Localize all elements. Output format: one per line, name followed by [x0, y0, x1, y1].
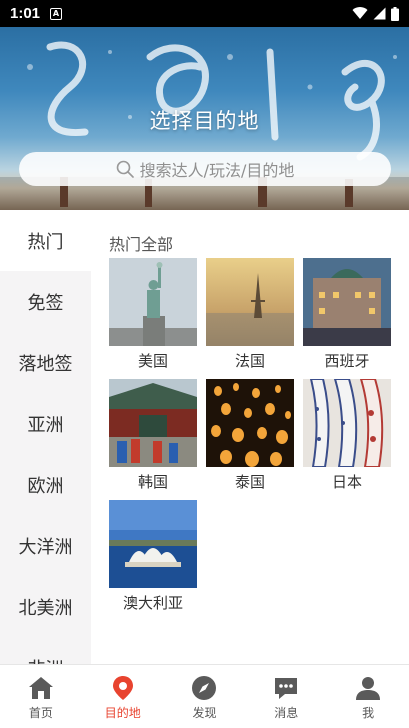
destination-label: 西班牙	[324, 352, 370, 370]
sidebar-item-north-america[interactable]: 北美洲	[0, 576, 91, 637]
search-icon	[116, 160, 134, 178]
koi-kites-image	[303, 379, 391, 467]
notification-icon: A	[50, 7, 63, 20]
madrid-street-image	[303, 258, 391, 346]
destination-france[interactable]: 法国	[206, 258, 294, 371]
destination-australia[interactable]: 澳大利亚	[109, 500, 197, 613]
sidebar-item-asia[interactable]: 亚洲	[0, 393, 91, 454]
nav-destination[interactable]: 目的地	[82, 665, 164, 728]
location-pin-icon	[112, 676, 133, 700]
page-title: 选择目的地	[149, 109, 260, 133]
person-icon	[356, 677, 381, 700]
signal-icon	[373, 7, 386, 20]
destination-korea[interactable]: 韩国	[109, 379, 197, 492]
nav-label: 首页	[28, 706, 53, 720]
nav-label: 我	[362, 706, 375, 720]
search-placeholder: 搜索达人/玩法/目的地	[139, 161, 295, 180]
destination-label: 日本	[331, 473, 362, 491]
destination-label: 韩国	[137, 473, 168, 491]
nav-label: 发现	[192, 706, 217, 720]
status-bar: 1:01 A	[0, 0, 409, 27]
destination-spain[interactable]: 西班牙	[303, 258, 391, 371]
status-indicators	[352, 6, 399, 21]
nav-me[interactable]: 我	[327, 665, 409, 728]
section-title: 热门全部	[109, 235, 174, 254]
nav-label: 目的地	[104, 706, 141, 720]
sidebar-item-visa-free[interactable]: 免签	[0, 271, 91, 332]
destination-japan[interactable]: 日本	[303, 379, 391, 492]
destination-label: 法国	[234, 352, 265, 370]
destination-label: 泰国	[234, 473, 265, 491]
nav-label: 消息	[274, 706, 299, 720]
korean-palace-image	[109, 379, 197, 467]
wifi-icon	[352, 7, 368, 20]
destination-label: 澳大利亚	[122, 594, 183, 612]
chat-icon	[275, 678, 298, 699]
destination-usa[interactable]: 美国	[109, 258, 197, 371]
destination-content: 热门全部 美国 法国 西班牙 韩国 泰国 日本 澳大利亚	[91, 210, 409, 664]
status-time: 1:01	[10, 5, 41, 22]
sydney-opera-house-image	[109, 500, 197, 588]
bottom-nav: 首页 目的地 发现 消息 我	[0, 664, 409, 728]
statue-of-liberty-image	[109, 258, 197, 346]
eiffel-tower-image	[206, 258, 294, 346]
nav-messages[interactable]: 消息	[245, 665, 327, 728]
nav-home[interactable]: 首页	[0, 665, 82, 728]
battery-icon	[391, 6, 399, 21]
sky-lanterns-image	[206, 379, 294, 467]
search-input[interactable]: 搜索达人/玩法/目的地	[19, 152, 391, 186]
sidebar-item-africa[interactable]: 非洲	[0, 637, 91, 665]
sidebar-item-europe[interactable]: 欧洲	[0, 454, 91, 515]
category-sidebar: 热门 免签 落地签 亚洲 欧洲 大洋洲 北美洲 非洲	[0, 210, 91, 664]
nav-discover[interactable]: 发现	[164, 665, 246, 728]
sidebar-item-oceania[interactable]: 大洋洲	[0, 515, 91, 576]
sidebar-item-visa-on-arrival[interactable]: 落地签	[0, 332, 91, 393]
destination-thailand[interactable]: 泰国	[206, 379, 294, 492]
home-icon	[28, 677, 53, 699]
compass-icon	[192, 676, 217, 700]
sidebar-item-hot[interactable]: 热门	[0, 210, 91, 271]
hero-banner: 选择目的地 搜索达人/玩法/目的地	[0, 27, 409, 210]
destination-label: 美国	[137, 352, 168, 370]
